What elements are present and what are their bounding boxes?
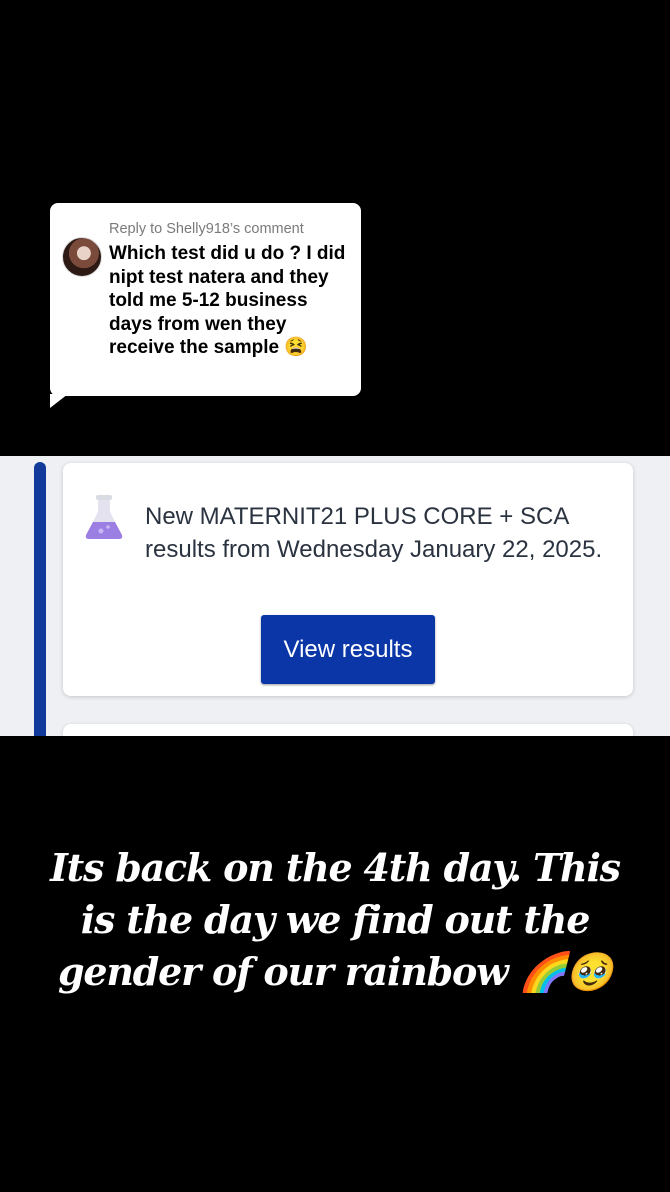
results-message: New MATERNIT21 PLUS CORE + SCA results f… [145, 503, 603, 563]
avatar[interactable] [62, 237, 102, 277]
reply-header: Reply to Shelly918’s comment [109, 221, 304, 237]
flask-icon [83, 493, 125, 541]
timeline-accent-bar [34, 462, 46, 736]
view-results-button[interactable]: View results [261, 615, 435, 684]
reply-comment-text: Which test did u do ? I did nipt test na… [109, 243, 346, 358]
results-screenshot: New MATERNIT21 PLUS CORE + SCA results f… [0, 456, 670, 736]
next-notification-card [63, 724, 633, 736]
video-caption: Its back on the 4th day. This is the day… [50, 845, 621, 994]
reply-bubble-tail [50, 394, 68, 408]
results-notification-card: New MATERNIT21 PLUS CORE + SCA results f… [63, 463, 633, 696]
reply-bubble: Reply to Shelly918’s comment Which test … [50, 203, 361, 408]
